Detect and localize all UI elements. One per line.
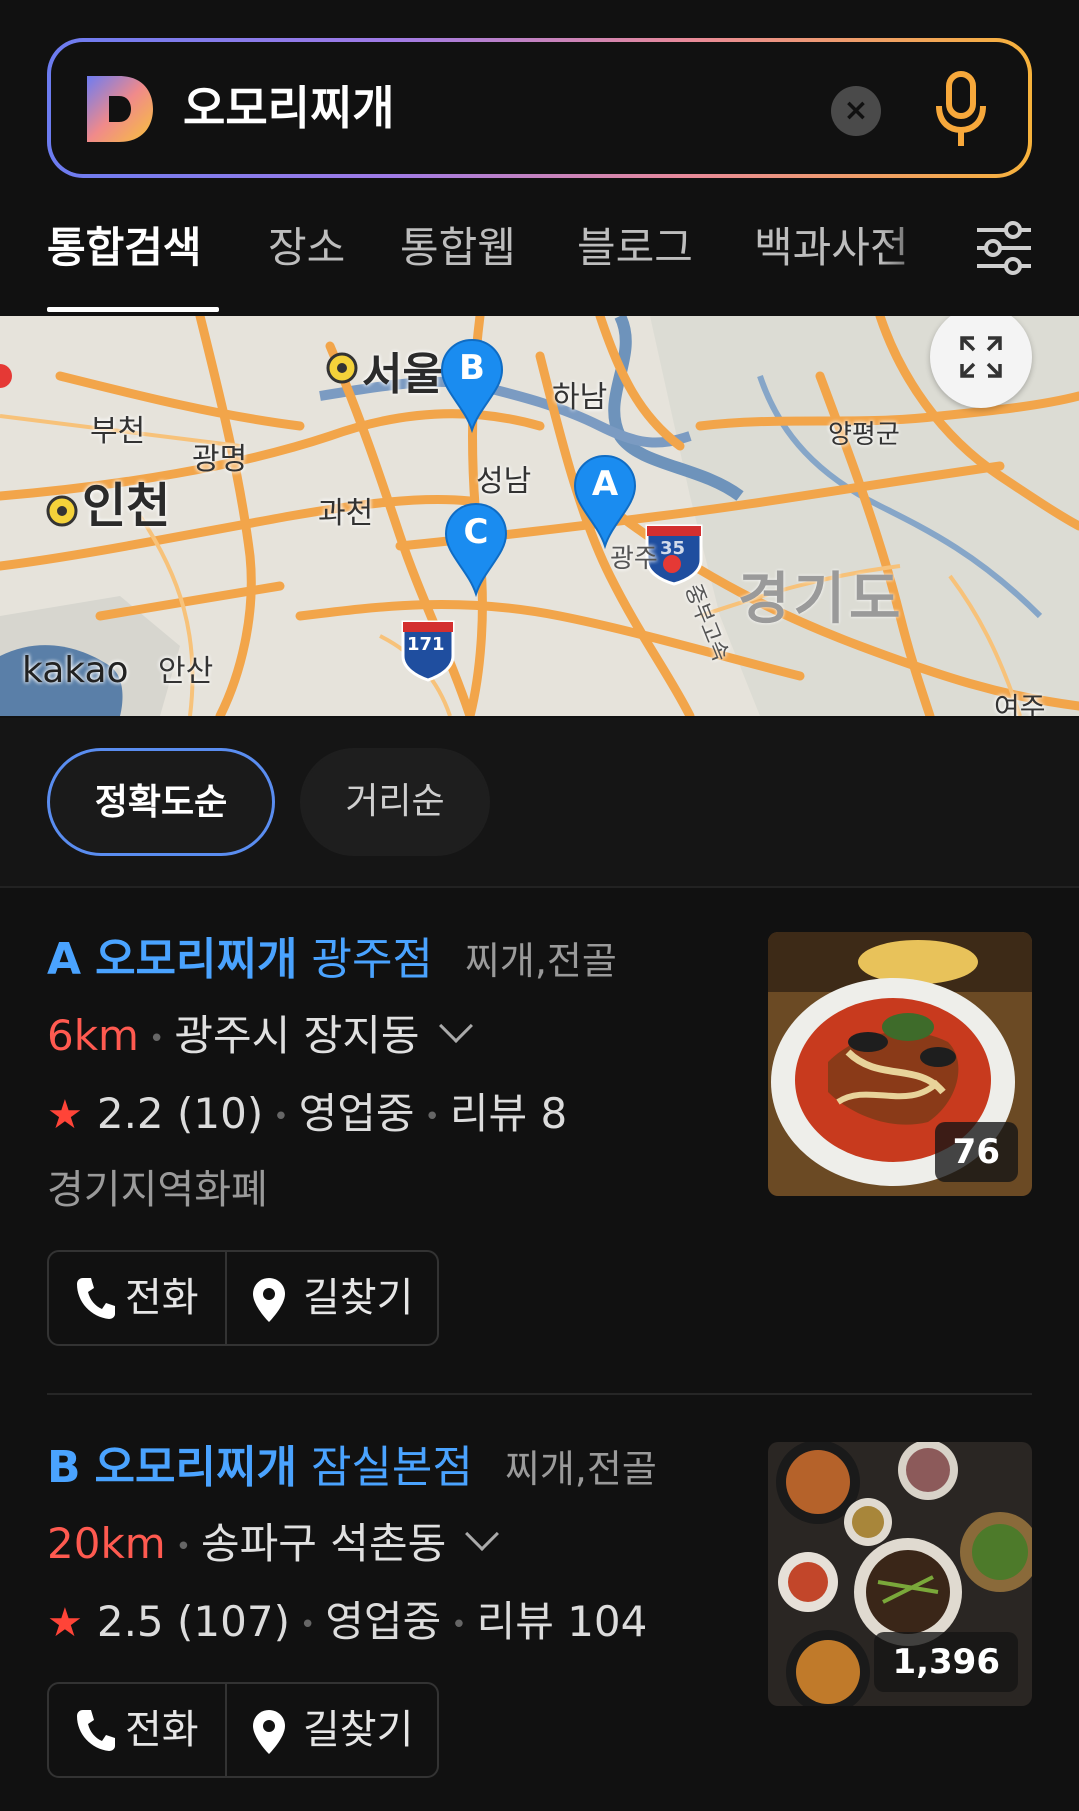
location-pin-icon <box>253 1278 285 1322</box>
map-label-incheon: 인천 <box>82 478 171 534</box>
map-pin-label: B <box>459 348 485 388</box>
search-input[interactable]: 오모리찌개 <box>183 70 395 146</box>
tab-web[interactable]: 통합웹 <box>400 220 516 276</box>
result-extra: 경기지역화폐 <box>47 1167 268 1213</box>
directions-label: 길찾기 <box>303 1707 414 1753</box>
map-label-hanam: 하남 <box>552 380 608 415</box>
result-rating-row: ★ 2.2 (10) • 영업중 • 리뷰 8 <box>47 1084 567 1147</box>
map-pin-a[interactable]: A <box>573 454 637 550</box>
result-status: 영업중 <box>325 1597 442 1646</box>
map-label-seoul: 서울 <box>362 349 443 400</box>
sort-distance-button[interactable]: 거리순 <box>300 748 490 856</box>
result-address: 송파구 석촌동 <box>201 1519 447 1568</box>
result-distance: 20km <box>47 1519 166 1568</box>
call-label: 전화 <box>125 1707 199 1753</box>
separator-dot: • <box>299 1609 316 1640</box>
map-pin-b[interactable]: B <box>440 338 504 434</box>
chevron-down-icon[interactable] <box>438 1009 473 1043</box>
result-branch: 잠실본점 <box>310 1442 473 1493</box>
separator-dot: • <box>451 1609 467 1640</box>
result-category: 찌개,전골 <box>464 939 617 983</box>
result-title[interactable]: B 오모리찌개 잠실본점 찌개,전골 <box>47 1438 657 1499</box>
separator-dot: • <box>148 1023 165 1054</box>
result-thumbnail[interactable]: 1,396 <box>768 1442 1032 1706</box>
chevron-down-icon[interactable] <box>465 1517 500 1551</box>
clear-search-button[interactable]: × <box>831 86 881 136</box>
map-label-gyeonggi: 경기도 <box>738 567 905 632</box>
tab-blog[interactable]: 블로그 <box>577 220 693 276</box>
map-label-yeoju: 여주 <box>994 691 1046 716</box>
tab-places[interactable]: 장소 <box>268 220 345 276</box>
result-title[interactable]: A 오모리찌개 광주점 찌개,전골 <box>47 930 617 991</box>
location-pin-icon <box>253 1710 285 1754</box>
result-divider <box>47 1393 1032 1395</box>
phone-icon <box>77 1710 115 1751</box>
filter-settings-icon[interactable] <box>975 220 1033 276</box>
expand-icon <box>960 336 1002 378</box>
search-bar[interactable]: 오모리찌개 × <box>47 38 1032 178</box>
result-location-row: 6km • 광주시 장지동 <box>47 1006 473 1069</box>
map-view[interactable]: 서울 하남 부천 광명 인천 과천 성남 양평군 경기도 안산 여주 광주 중부… <box>0 316 1079 716</box>
photo-count-badge: 1,396 <box>874 1632 1018 1692</box>
map-pin-c[interactable]: C <box>444 502 508 598</box>
directions-button[interactable]: 길찾기 <box>227 1684 437 1776</box>
sort-bar: 정확도순 거리순 <box>0 718 1079 888</box>
separator-dot: • <box>273 1101 289 1132</box>
map-pin-label: A <box>591 464 619 504</box>
map-label-ansan: 안산 <box>158 654 214 689</box>
result-rating-count: (107) <box>177 1597 290 1646</box>
result-actions: 전화 길찾기 <box>47 1250 439 1346</box>
kakao-watermark: kakao <box>22 650 129 691</box>
result-location-row: 20km • 송파구 석촌동 <box>47 1514 500 1577</box>
result-actions: 전화 길찾기 <box>47 1682 439 1778</box>
result-name: 오모리찌개 <box>94 1442 297 1493</box>
result-address: 광주시 장지동 <box>174 1011 420 1060</box>
map-label-seongnam: 성남 <box>476 464 532 499</box>
result-thumbnail[interactable]: 76 <box>768 932 1032 1196</box>
route-shield-171-label: 171 <box>407 634 445 655</box>
map-pin-label: C <box>463 512 489 552</box>
result-category: 찌개,전골 <box>504 1447 657 1491</box>
result-reviews[interactable]: 리뷰 8 <box>450 1089 567 1138</box>
call-label: 전화 <box>125 1275 199 1321</box>
result-marker: B <box>47 1442 81 1493</box>
result-reviews[interactable]: 리뷰 104 <box>477 1597 648 1646</box>
map-label-gwangmyeong: 광명 <box>192 442 248 477</box>
search-bar-inner: 오모리찌개 × <box>51 42 1028 174</box>
map-label-gwacheon: 과천 <box>318 496 374 531</box>
sort-accuracy-button[interactable]: 정확도순 <box>47 748 275 856</box>
microphone-icon[interactable] <box>933 70 989 150</box>
result-rating: 2.5 <box>96 1597 164 1646</box>
active-tab-indicator <box>47 307 219 312</box>
directions-button[interactable]: 길찾기 <box>227 1252 437 1344</box>
photo-count-badge: 76 <box>934 1122 1018 1182</box>
route-shield-35-label: 35 <box>660 538 686 559</box>
map-label-bucheon: 부천 <box>90 414 146 449</box>
result-marker: A <box>47 934 82 985</box>
result-rating-row: ★ 2.5 (107) • 영업중 • 리뷰 104 <box>47 1592 647 1655</box>
result-branch: 광주점 <box>311 934 433 985</box>
call-button[interactable]: 전화 <box>49 1684 227 1776</box>
result-distance: 6km <box>47 1011 139 1060</box>
separator-dot: • <box>175 1531 192 1562</box>
result-rating: 2.2 <box>96 1089 164 1138</box>
star-icon: ★ <box>47 1092 83 1138</box>
search-tabs: 통합검색 장소 통합웹 블로그 백과사전 <box>0 200 1079 314</box>
phone-icon <box>77 1278 115 1319</box>
daum-logo-icon <box>87 76 153 142</box>
result-status: 영업중 <box>298 1089 415 1138</box>
result-name: 오모리찌개 <box>95 934 298 985</box>
result-rating-count: (10) <box>177 1089 264 1138</box>
star-icon: ★ <box>47 1600 83 1646</box>
tab-integrated[interactable]: 통합검색 <box>47 220 202 276</box>
call-button[interactable]: 전화 <box>49 1252 227 1344</box>
separator-dot: • <box>424 1101 440 1132</box>
directions-label: 길찾기 <box>303 1275 414 1321</box>
map-label-yangpyeong: 양평군 <box>828 420 900 450</box>
tab-fade-overlay <box>880 210 960 290</box>
